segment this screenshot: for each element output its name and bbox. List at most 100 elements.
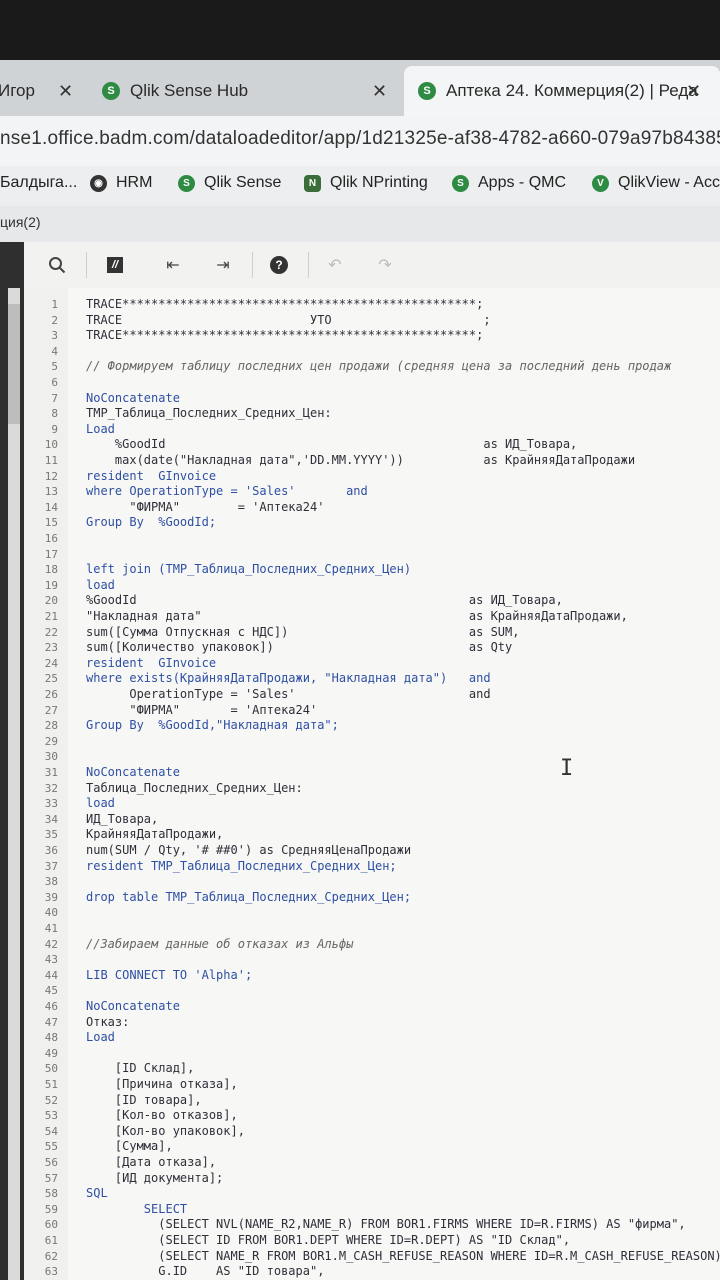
vertical-scrollbar[interactable] [8,288,20,1280]
line-number: 52 [44,1093,58,1107]
tab-label: Qlik Sense Hub [130,81,249,100]
screen-bezel [0,0,720,60]
tab-igor[interactable]: Игор ✕ [0,66,86,116]
line-number: 49 [44,1046,58,1060]
line-number: 60 [44,1218,58,1232]
line-number: 6 [51,376,58,389]
code-line: NoConcatenate [86,390,180,405]
line-number: 32 [44,781,58,795]
close-icon[interactable]: ✕ [372,81,387,102]
code-line: [Дата отказа], [86,1155,217,1169]
code-line: %GoodId as ИД_Товара, [86,437,578,452]
code-line: Group By %GoodId; [86,515,217,530]
redo-icon[interactable]: ↷ [372,252,398,278]
indent-icon[interactable]: ⇤ [160,252,186,278]
line-number: 13 [44,485,58,499]
line-number: 46 [44,1000,58,1013]
code-line: [ID Склад], [86,1061,195,1076]
line-number: 22 [44,625,58,639]
line-number: 55 [44,1140,58,1154]
line-number: 58 [44,1187,58,1201]
line-number: 18 [44,563,58,577]
browser-tab-bar: Игор ✕ S Qlik Sense Hub ✕ S Аптека 24. К… [0,60,720,116]
code-line: TMP_Таблица_Последних_Средних_Цен: [86,406,332,421]
bookmark-hrm[interactable]: ◉ HRM [90,174,152,192]
code-line: num(SUM / Qty, '# ##0') as СредняяЦенаПр… [86,843,412,857]
bookmark-qlik-sense[interactable]: S Qlik Sense [178,174,281,192]
code-line: SELECT [86,1201,188,1216]
line-number: 63 [44,1265,58,1279]
app-title-bar: ция(2) [0,206,720,242]
line-number: 45 [44,984,58,998]
bookmark-label: Apps - QMC [478,174,567,191]
line-number: 12 [44,469,58,483]
code-line: [ID товара], [86,1092,202,1107]
line-number: 59 [44,1202,58,1216]
code-line: TRACE***********************************… [86,297,484,311]
close-icon[interactable]: ✕ [58,81,73,102]
code-line: "ФИРМА" = 'Аптека24' [86,702,318,717]
line-number: 25 [44,672,58,686]
text-cursor-icon: I [560,756,574,781]
address-bar[interactable]: nse1.office.badm.com/dataloadeditor/app/… [0,116,720,166]
bookmark-label: HRM [116,174,153,191]
tab-qlik-sense-hub[interactable]: S Qlik Sense Hub ✕ [102,66,392,116]
code-line: Group By %GoodId,"Накладная дата"; [86,718,339,733]
code-line: max(date("Накладная дата",'DD.MM.YYYY'))… [86,453,636,467]
bookmark-qlik-nprinting[interactable]: N Qlik NPrinting [304,174,428,192]
line-number: 14 [44,500,58,514]
code-line: OperationType = 'Sales' and [86,687,491,701]
line-number: 3 [51,329,58,343]
tab-apteka-24[interactable]: S Аптека 24. Коммерция(2) | Реда ✕ [404,66,720,116]
line-number: 15 [44,516,58,530]
code-line: LIB CONNECT TO 'Alpha'; [86,967,253,982]
line-number: 26 [44,688,58,701]
scrollbar-thumb[interactable] [8,304,20,424]
line-number: 7 [51,391,58,405]
line-number: 35 [44,828,58,842]
code-line: Таблица_Последних_Средних_Цен: [86,780,303,795]
line-number: 17 [44,547,58,561]
code-line: where OperationType = 'Sales' and [86,484,368,499]
code-line: [Кол-во упаковок], [86,1123,245,1138]
line-number: 57 [44,1171,58,1185]
bookmark-label: QlikView - Acc [618,174,720,191]
qlik-icon: S [452,174,469,192]
qlik-sense-favicon-icon: S [418,82,436,100]
code-line: sum([Количество упаковок]) as Qty [86,640,513,655]
help-icon[interactable]: ? [266,252,292,278]
code-line: [Кол-во отказов], [86,1108,238,1123]
code-line: %GoodId as ИД_Товара, [86,593,563,608]
search-icon[interactable] [44,252,70,278]
code-line: ИД_Товара, [86,811,159,826]
line-number: 51 [44,1078,58,1091]
bookmark-baldyga[interactable]: Балдыга... [0,174,77,192]
qlikview-icon: V [592,174,609,192]
line-number: 38 [44,875,58,889]
line-number: 2 [51,313,58,327]
comment-icon[interactable]: // [102,252,128,278]
line-number: 43 [44,953,58,967]
tab-label: Аптека 24. Коммерция(2) | Реда [446,81,698,100]
line-number: 30 [44,750,58,764]
code-line: Load [86,1030,115,1045]
line-number: 36 [44,844,58,857]
line-number: 29 [44,734,58,748]
line-number: 34 [44,812,58,826]
bookmark-label: Балдыга... [0,174,78,191]
line-number: 61 [44,1234,58,1247]
code-line: load [86,796,115,811]
bookmark-apps-qmc[interactable]: S Apps - QMC [452,174,566,192]
bookmark-qlikview[interactable]: V QlikView - Acc [592,174,720,192]
line-number: 4 [51,344,58,358]
line-number: 42 [44,937,58,951]
line-number: 33 [44,797,58,811]
outdent-icon[interactable]: ⇥ [210,252,236,278]
close-icon[interactable]: ✕ [686,81,701,102]
undo-icon[interactable]: ↶ [322,252,348,278]
url-text[interactable]: nse1.office.badm.com/dataloadeditor/app/… [0,128,720,150]
nprinting-icon: N [304,174,321,192]
line-number: 16 [44,532,58,545]
qlik-sense-favicon-icon: S [102,82,120,100]
code-line: load [86,577,115,592]
